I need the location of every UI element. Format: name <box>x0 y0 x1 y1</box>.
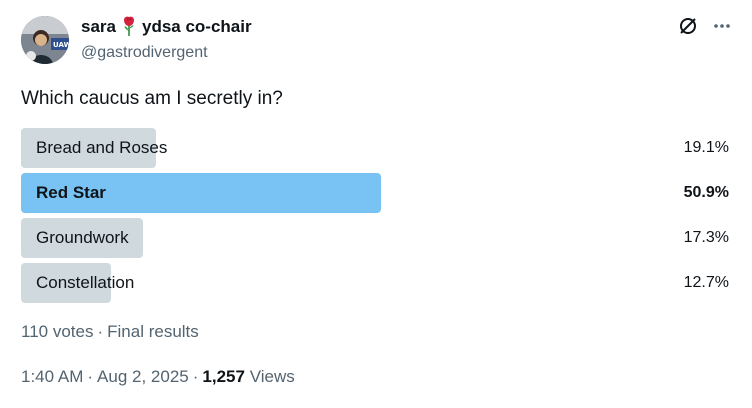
poll-option-label: Groundwork <box>36 228 129 247</box>
tweet-timestamp: 1:40 AM · Aug 2, 2025 · 1,257 Views <box>21 365 295 389</box>
views-count: 1,257 <box>202 367 245 386</box>
separator-dot: · <box>87 367 94 386</box>
poll: Bread and Roses 19.1% Red Star 50.9% Gro… <box>21 128 729 308</box>
poll-option: Bread and Roses 19.1% <box>21 128 729 168</box>
poll-status: Final results <box>107 322 199 341</box>
poll-option-percent: 17.3% <box>683 229 729 246</box>
poll-option-label: Constellation <box>36 273 135 292</box>
poll-vote-count: 110 votes <box>21 322 94 341</box>
poll-option-percent: 19.1% <box>683 139 729 156</box>
display-name-end: ydsa co-chair <box>141 17 252 36</box>
poll-option-percent: 12.7% <box>683 274 729 291</box>
poll-option: Constellation 12.7% <box>21 263 729 303</box>
top-actions <box>678 16 732 36</box>
slashed-circle-icon[interactable] <box>678 16 698 36</box>
tweet: UAW sara ydsa co-chair @gastrodivergent <box>0 0 752 408</box>
more-icon[interactable] <box>712 16 732 36</box>
separator-dot: · <box>97 322 104 341</box>
poll-option: Red Star 50.9% <box>21 173 729 213</box>
author-block: sara ydsa co-chair @gastrodivergent <box>81 16 252 64</box>
display-name[interactable]: sara ydsa co-chair <box>81 16 252 38</box>
tweet-date[interactable]: Aug 2, 2025 <box>97 367 189 386</box>
views-label: Views <box>249 367 295 386</box>
user-handle[interactable]: @gastrodivergent <box>81 42 252 64</box>
rose-icon <box>122 16 136 36</box>
tweet-time[interactable]: 1:40 AM <box>21 367 83 386</box>
avatar[interactable]: UAW <box>21 16 69 64</box>
poll-option-label: Red Star <box>36 183 106 202</box>
tweet-text: Which caucus am I secretly in? <box>21 88 283 109</box>
display-name-start: sara <box>81 17 116 36</box>
svg-text:UAW: UAW <box>53 41 69 49</box>
poll-summary: 110 votes · Final results <box>21 320 199 344</box>
poll-option-percent: 50.9% <box>683 184 729 201</box>
poll-option: Groundwork 17.3% <box>21 218 729 258</box>
separator-dot: · <box>192 367 199 386</box>
poll-option-label: Bread and Roses <box>36 138 168 157</box>
